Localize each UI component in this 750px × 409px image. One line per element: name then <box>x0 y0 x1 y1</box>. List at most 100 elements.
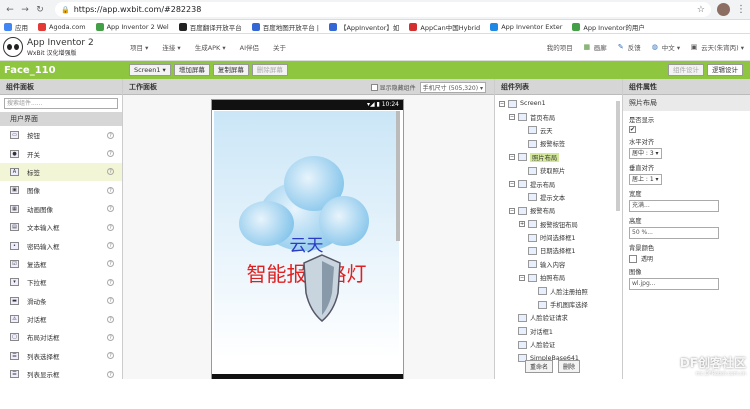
tree-scrollbar[interactable] <box>616 101 620 211</box>
palette-item[interactable]: ▤ 文本输入框? <box>0 218 122 236</box>
bookmark-item[interactable]: 百度翻译开放平台 <box>178 22 242 32</box>
rename-button[interactable]: 重命名 <box>525 360 554 373</box>
palette-item[interactable]: ● 开关? <box>0 144 122 162</box>
palette-item[interactable]: ▢ 布局对话框? <box>0 328 122 346</box>
palette-item[interactable]: ☰ 列表显示框? <box>0 365 122 379</box>
tree-node[interactable]: 时间选择框1 <box>495 231 622 244</box>
bookmark-item[interactable]: App Inventor Exter <box>490 22 562 31</box>
tree-node[interactable]: 日期选择框1 <box>495 244 622 257</box>
palette-search-input[interactable]: 搜索组件...... <box>4 98 118 109</box>
tree-node[interactable]: 云天 <box>495 124 622 137</box>
palette-item[interactable]: ☰ 列表选择框? <box>0 347 122 365</box>
expand-toggle-icon[interactable]: − <box>519 274 525 281</box>
visible-checkbox[interactable]: ✔ <box>629 126 636 133</box>
tree-node[interactable]: − 提示布局 <box>495 177 622 190</box>
tree-node[interactable]: 人脸注册拍照 <box>495 284 622 297</box>
help-icon[interactable]: ? <box>107 297 114 305</box>
feedback-link[interactable]: ✎ 反馈 <box>617 42 641 52</box>
app-logo[interactable]: App Inventor 2 WxBit 汉化增强版 <box>0 37 130 57</box>
my-projects-link[interactable]: 我的项目 <box>547 42 573 52</box>
expand-toggle-icon[interactable]: − <box>509 207 515 214</box>
gallery-link[interactable]: ▦ 画廊 <box>583 42 606 52</box>
menu-build[interactable]: 生成APK ▾ <box>195 42 226 52</box>
preview-screen[interactable]: 云天 智能报警路灯 <box>214 111 399 359</box>
screen-select[interactable]: Screen1 ▾ <box>129 64 171 76</box>
halign-select[interactable]: 居中 : 3 ▾ <box>629 148 662 159</box>
delete-screen-button[interactable]: 删除屏幕 <box>251 64 288 76</box>
bookmark-item[interactable]: App Inventor的用户 <box>572 22 645 32</box>
menu-about[interactable]: 关于 <box>273 42 286 52</box>
back-icon[interactable]: ← <box>4 4 16 16</box>
bookmark-item[interactable]: AppCan中国Hybrid <box>409 22 480 32</box>
tree-node[interactable]: 报警标签 <box>495 137 622 150</box>
forward-icon[interactable]: → <box>19 4 31 16</box>
tree-node[interactable]: − 拍照布局 <box>495 271 622 284</box>
reload-icon[interactable]: ↻ <box>34 4 46 16</box>
device-size-select[interactable]: 手机尺寸 (505,320) ▾ <box>419 82 486 93</box>
bgcolor-picker[interactable]: 透明 <box>629 254 750 263</box>
width-field[interactable]: 充满... <box>629 200 719 212</box>
tree-node[interactable]: 输入内容 <box>495 258 622 271</box>
tree-node[interactable]: 获取照片 <box>495 164 622 177</box>
help-icon[interactable]: ? <box>107 242 114 250</box>
palette-item[interactable]: • 密码输入框? <box>0 236 122 254</box>
help-icon[interactable]: ? <box>107 315 114 323</box>
tree-node[interactable]: − 照片布局 <box>495 151 622 164</box>
palette-item[interactable]: ⚠ 对话框? <box>0 310 122 328</box>
menu-icon[interactable]: ⋮ <box>736 4 746 15</box>
designer-button[interactable]: 组件设计 <box>668 64 704 76</box>
category-user-interface[interactable]: 用户界面 <box>0 112 122 126</box>
add-screen-button[interactable]: 增加屏幕 <box>173 64 210 76</box>
expand-toggle-icon[interactable]: − <box>509 181 515 188</box>
user-menu[interactable]: ▣ 云天(朱宵丙) ▾ <box>690 42 744 52</box>
tree-node[interactable]: 手机图库选择 <box>495 298 622 311</box>
menu-companion[interactable]: AI伴侣 <box>240 42 259 52</box>
help-icon[interactable]: ? <box>107 131 114 139</box>
tree-node[interactable]: 提示文本 <box>495 191 622 204</box>
menu-project[interactable]: 项目 ▾ <box>130 42 148 52</box>
profile-avatar[interactable] <box>717 3 730 16</box>
blocks-button[interactable]: 逻辑设计 <box>707 64 743 76</box>
help-icon[interactable]: ? <box>107 150 114 158</box>
bookmark-item[interactable]: 【AppInventor】如 <box>328 22 399 32</box>
expand-toggle-icon[interactable]: + <box>519 221 525 228</box>
delete-button[interactable]: 删除 <box>558 360 581 373</box>
star-icon[interactable]: ☆ <box>697 5 705 15</box>
help-icon[interactable]: ? <box>107 223 114 231</box>
bookmark-item[interactable]: 应用 <box>4 22 28 32</box>
image-field[interactable]: wl.jpg... <box>629 278 719 290</box>
copy-screen-button[interactable]: 复制屏幕 <box>212 64 249 76</box>
tree-node[interactable]: 人脸验证请求 <box>495 311 622 324</box>
help-icon[interactable]: ? <box>107 205 114 213</box>
language-select[interactable]: ◍ 中文 ▾ <box>651 42 680 52</box>
menu-connect[interactable]: 连接 ▾ <box>162 42 180 52</box>
help-icon[interactable]: ? <box>107 278 114 286</box>
bookmark-item[interactable]: 百度地图开放平台 | <box>251 22 319 32</box>
palette-item[interactable]: A 标签? <box>0 162 122 182</box>
expand-toggle-icon[interactable]: − <box>499 100 505 107</box>
tree-node[interactable]: − 首页布局 <box>495 110 622 123</box>
help-icon[interactable]: ? <box>107 168 114 176</box>
palette-item[interactable]: ▭ 按钮? <box>0 126 122 144</box>
expand-toggle-icon[interactable]: − <box>509 114 515 121</box>
bookmark-item[interactable]: Agoda.com <box>38 22 86 31</box>
help-icon[interactable]: ? <box>107 370 114 378</box>
palette-item[interactable]: ▦ 动画图像? <box>0 200 122 218</box>
palette-item[interactable]: ▬ 滑动条? <box>0 292 122 310</box>
help-icon[interactable]: ? <box>107 352 114 360</box>
palette-item[interactable]: ▾ 下拉框? <box>0 273 122 291</box>
palette-item[interactable]: ☑ 复选框? <box>0 255 122 273</box>
tree-node[interactable]: 对话框1 <box>495 325 622 338</box>
expand-toggle-icon[interactable]: − <box>509 154 515 161</box>
height-field[interactable]: 50 %... <box>629 227 719 239</box>
tree-node[interactable]: − Screen1 <box>495 97 622 110</box>
show-hidden-checkbox[interactable] <box>370 84 378 91</box>
bookmark-item[interactable]: App Inventor 2 Wel <box>95 22 169 31</box>
help-icon[interactable]: ? <box>107 333 114 341</box>
address-bar[interactable]: 🔒 https://app.wxbit.com/#282238 ☆ <box>55 2 711 17</box>
preview-scrollbar[interactable] <box>396 111 400 241</box>
palette-item[interactable]: ▣ 图像? <box>0 181 122 199</box>
tree-node[interactable]: − 报警布局 <box>495 204 622 217</box>
help-icon[interactable]: ? <box>107 186 114 194</box>
tree-node[interactable]: 人脸验证 <box>495 338 622 351</box>
